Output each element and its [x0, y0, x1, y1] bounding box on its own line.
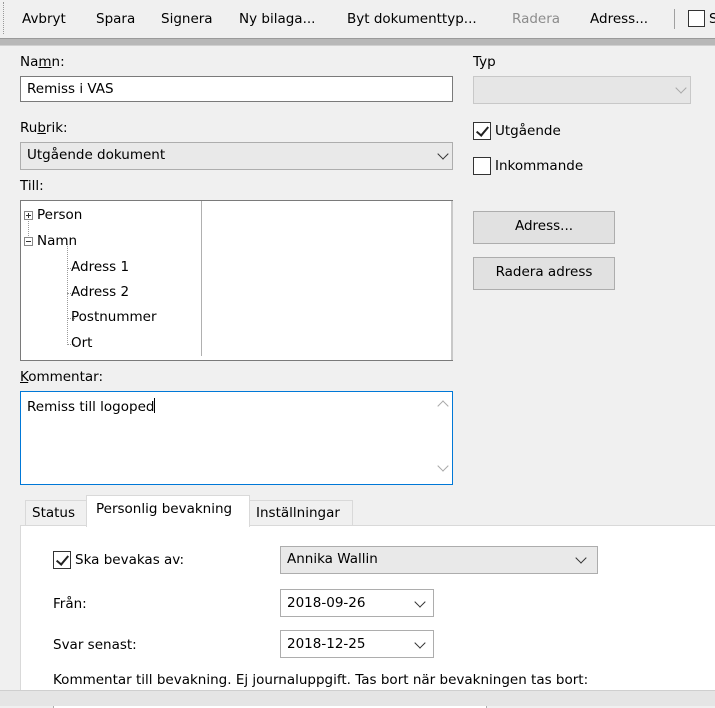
chevron-down-icon	[675, 82, 687, 94]
tree-node-address1[interactable]: Adress 1	[71, 259, 129, 275]
toolbar-divider	[0, 38, 715, 46]
outgoing-checkbox[interactable]	[473, 122, 491, 140]
checkmark-icon	[475, 123, 490, 137]
watched-by-label: Ska bevakas av:	[75, 552, 185, 568]
toolbar: Avbryt Spara Signera Ny bilaga... Byt do…	[0, 0, 715, 38]
name-input[interactable]: Remiss i VAS	[20, 76, 453, 102]
save-button[interactable]: Spara	[96, 11, 135, 27]
text-cursor	[154, 398, 156, 413]
from-date-picker[interactable]: 2018-09-26	[280, 589, 434, 617]
checkmark-icon	[55, 552, 70, 566]
toolbar-separator	[674, 9, 675, 29]
tab-status[interactable]: Status	[25, 500, 87, 526]
tab-settings[interactable]: Inställningar	[248, 500, 353, 526]
watched-by-select[interactable]: Annika Wallin	[280, 546, 598, 574]
tree-line	[28, 221, 29, 236]
scroll-up-icon[interactable]	[437, 400, 449, 412]
chevron-down-icon[interactable]	[414, 637, 426, 649]
name-label: Namn:	[20, 54, 65, 70]
comment-label: Kommentar:	[20, 369, 104, 385]
heading-select-value: Utgående dokument	[27, 147, 166, 163]
type-label: Typ	[473, 54, 496, 70]
expand-plus-icon[interactable]	[24, 211, 33, 220]
new-attachment-button[interactable]: Ny bilaga...	[239, 11, 315, 27]
tree-line	[67, 244, 68, 345]
change-document-type-button[interactable]: Byt dokumenttyp...	[347, 11, 477, 27]
tree-right-edge	[451, 201, 453, 360]
from-label: Från:	[53, 596, 87, 612]
tree-node-address2[interactable]: Adress 2	[71, 284, 129, 300]
outgoing-label: Utgående	[495, 123, 561, 139]
toolbar-grip[interactable]	[0, 2, 4, 34]
to-label: Till:	[20, 178, 44, 194]
reply-by-date-picker[interactable]: 2018-12-25	[280, 630, 434, 658]
chevron-down-icon[interactable]	[414, 596, 426, 608]
heading-label: Rubrik:	[20, 120, 68, 136]
tree-node-name[interactable]: Namn	[37, 233, 77, 249]
address-button[interactable]: Adress...	[473, 211, 615, 244]
name-input-value: Remiss i VAS	[27, 81, 114, 97]
scroll-down-icon[interactable]	[437, 460, 449, 472]
delete-address-button[interactable]: Radera adress	[473, 257, 615, 290]
toolbar-checkbox-label: S	[709, 11, 715, 27]
incoming-label: Inkommande	[495, 158, 584, 174]
comment-textarea[interactable]: Remiss till logoped	[20, 391, 453, 485]
delete-button: Radera	[512, 11, 561, 27]
recipient-tree[interactable]: Person Namn Adress 1 Adress 2 Postnummer…	[20, 200, 453, 361]
tab-panel-personal-watch: Ska bevakas av: Annika Wallin Från: 2018…	[20, 525, 715, 708]
heading-select[interactable]: Utgående dokument	[20, 142, 453, 170]
watched-by-checkbox[interactable]	[53, 551, 71, 569]
tree-node-postal-code[interactable]: Postnummer	[71, 309, 157, 325]
type-select[interactable]	[473, 76, 691, 104]
tab-personal-watch[interactable]: Personlig bevakning	[86, 495, 250, 527]
window-bottom-edge	[0, 690, 715, 706]
comment-textarea-value: Remiss till logoped	[27, 398, 156, 415]
watch-comment-hint: Kommentar till bevakning. Ej journaluppg…	[53, 672, 589, 688]
reply-by-label: Svar senast:	[53, 637, 137, 653]
address-toolbar-button[interactable]: Adress...	[590, 11, 648, 27]
cancel-button[interactable]: Avbryt	[22, 11, 66, 27]
tree-column-divider	[201, 201, 202, 356]
toolbar-checkbox[interactable]	[688, 10, 705, 27]
tree-node-city[interactable]: Ort	[71, 335, 92, 351]
chevron-down-icon	[437, 148, 449, 160]
collapse-minus-icon[interactable]	[24, 237, 33, 246]
sign-button[interactable]: Signera	[161, 11, 213, 27]
tree-node-person[interactable]: Person	[37, 207, 82, 223]
watched-by-value: Annika Wallin	[287, 551, 378, 567]
comment-scrollbar[interactable]	[434, 392, 452, 484]
reply-by-date-value: 2018-12-25	[287, 636, 366, 652]
from-date-value: 2018-09-26	[287, 595, 366, 611]
chevron-down-icon	[575, 552, 587, 564]
incoming-checkbox[interactable]	[473, 157, 491, 175]
